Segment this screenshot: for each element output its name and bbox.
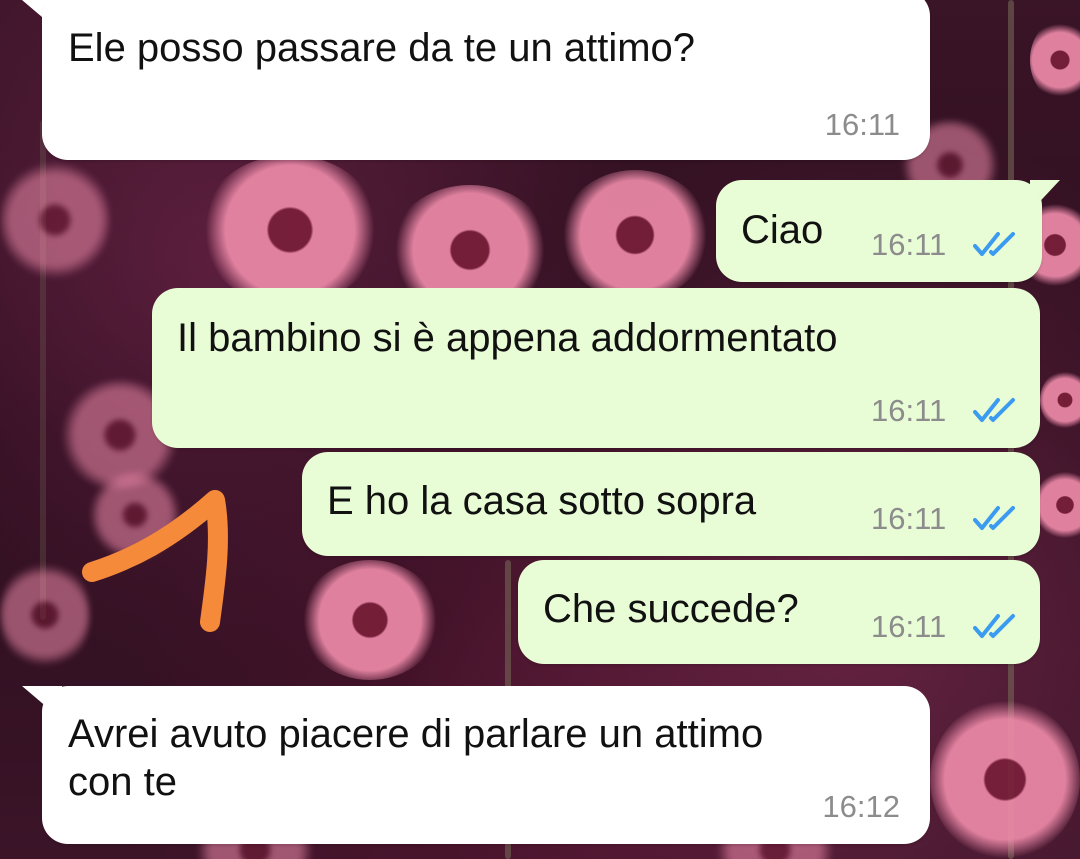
annotation-arrow-icon (82, 490, 228, 632)
